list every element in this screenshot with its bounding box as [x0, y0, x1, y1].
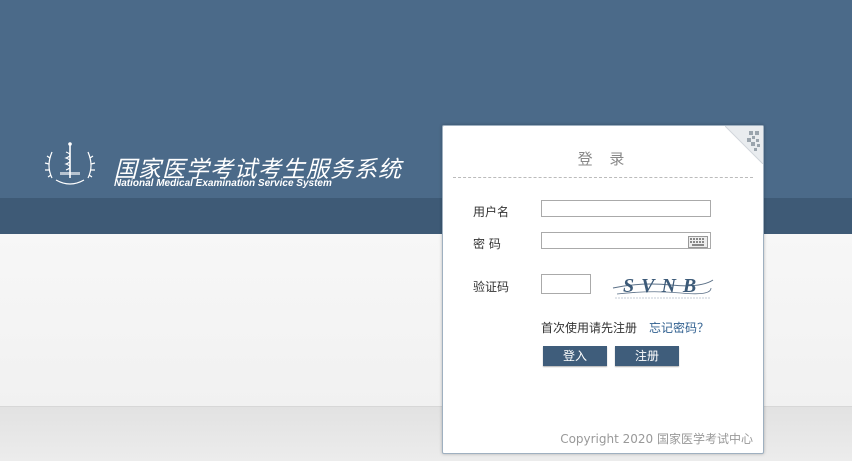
username-label: 用户名: [473, 205, 510, 219]
password-label: 密 码: [473, 237, 501, 251]
copyright: Copyright 2020 国家医学考试中心: [560, 432, 753, 446]
captcha-image[interactable]: SVNB: [611, 268, 715, 304]
login-panel: 登 录 用户名 密 码 验证码 SVNB 首次使用请先注册 忘记密码？ 登入 注…: [442, 125, 764, 454]
divider: [453, 177, 753, 178]
captcha-input[interactable]: [541, 274, 591, 294]
keyboard-icon[interactable]: [688, 236, 708, 248]
logo-emblem-icon: [44, 142, 96, 185]
login-title: 登 录: [577, 150, 631, 168]
register-button[interactable]: 注册: [615, 346, 679, 366]
username-input[interactable]: [541, 200, 711, 217]
login-button[interactable]: 登入: [543, 346, 607, 366]
password-input[interactable]: [541, 232, 711, 249]
captcha-text: SVNB: [623, 275, 703, 297]
register-hint: 首次使用请先注册: [541, 321, 638, 335]
captcha-label: 验证码: [473, 280, 510, 294]
forgot-password-link[interactable]: 忘记密码？: [649, 319, 709, 336]
site-subtitle: National Medical Examination Service Sys…: [114, 178, 332, 189]
